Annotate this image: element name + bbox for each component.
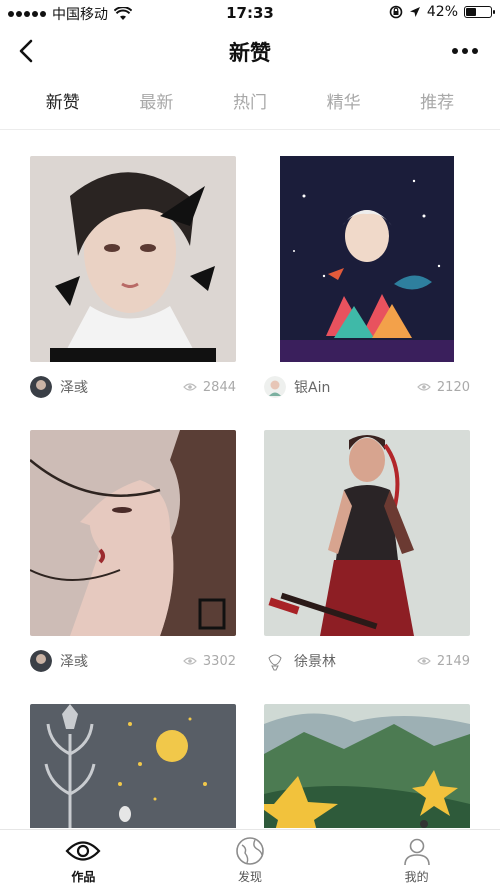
artwork-card[interactable]: 泽彧 3302 (30, 430, 236, 674)
bottom-tab-mine[interactable]: 我的 (333, 830, 500, 889)
portrait-image (30, 156, 236, 362)
eye-icon (417, 657, 431, 665)
location-lock-icon (389, 5, 403, 19)
bottom-tab-bar: 作品 发现 我的 (0, 829, 500, 889)
tab-xinzan[interactable]: 新赞 (46, 78, 80, 124)
status-bar: 中国移动 17:33 42% (0, 0, 500, 26)
artwork-image[interactable] (264, 156, 470, 362)
artwork-image[interactable] (264, 430, 470, 636)
moon-flower-image (30, 704, 236, 828)
author-name[interactable]: 银Ain (294, 377, 330, 397)
ellipsis-icon (452, 48, 458, 54)
tabs-divider (0, 129, 500, 130)
artwork-card[interactable]: 泽彧 2844 (30, 156, 236, 400)
eye-icon (417, 383, 431, 391)
starry-boy-image (264, 156, 470, 362)
view-count-value: 2149 (436, 653, 470, 669)
eye-icon (65, 841, 101, 861)
nav-bar: 新赞 (0, 26, 500, 76)
woman-profile-image (30, 430, 236, 636)
artwork-card[interactable]: 银Ain 2120 (264, 156, 470, 400)
bottom-tab-label: 发现 (238, 870, 263, 884)
card-meta: 泽彧 3302 (30, 648, 236, 674)
artwork-image[interactable] (30, 704, 236, 828)
avatar[interactable] (30, 650, 52, 672)
tab-tuijian[interactable]: 推荐 (420, 78, 454, 124)
battery-fill (466, 8, 477, 16)
avatar[interactable] (264, 650, 286, 672)
view-count-value: 3302 (202, 653, 236, 669)
artwork-image[interactable] (30, 156, 236, 362)
artwork-grid: 泽彧 2844 银Ain 2120 泽彧 3302 徐景林 2149 (30, 156, 470, 828)
bottom-tab-label: 作品 (71, 870, 96, 884)
view-count: 3302 (183, 654, 236, 669)
more-button[interactable] (450, 40, 480, 62)
artwork-card[interactable]: 徐景林 2149 (264, 430, 470, 674)
view-count: 2149 (417, 654, 470, 669)
bottom-tab-discover[interactable]: 发现 (167, 830, 334, 889)
card-meta: 徐景林 2149 (264, 648, 470, 674)
mountain-landscape-image (264, 704, 470, 828)
tab-zuixin[interactable]: 最新 (139, 78, 173, 124)
artwork-card[interactable] (30, 704, 236, 828)
author-name[interactable]: 泽彧 (60, 651, 88, 671)
battery-percent: 42% (426, 4, 458, 20)
avatar[interactable] (264, 376, 286, 398)
artwork-image[interactable] (264, 704, 470, 828)
page-title: 新赞 (229, 41, 271, 65)
category-tabs: 新赞 最新 热门 精华 推荐 (0, 78, 500, 124)
tab-remen[interactable]: 热门 (233, 78, 267, 124)
view-count-value: 2844 (202, 379, 236, 395)
artwork-card[interactable] (264, 704, 470, 828)
author-name[interactable]: 泽彧 (60, 377, 88, 397)
bottom-tab-label: 我的 (404, 870, 429, 884)
view-count: 2844 (183, 380, 236, 395)
eye-icon (183, 383, 197, 391)
user-icon (403, 838, 430, 866)
view-count: 2120 (417, 380, 470, 395)
tab-jinghua[interactable]: 精华 (327, 78, 361, 124)
location-arrow-icon (409, 7, 420, 17)
battery-icon (464, 6, 495, 18)
card-meta: 泽彧 2844 (30, 374, 236, 400)
author-name[interactable]: 徐景林 (294, 651, 336, 671)
status-right: 42% (389, 4, 495, 20)
view-count-value: 2120 (436, 379, 470, 395)
artwork-image[interactable] (30, 430, 236, 636)
avatar[interactable] (30, 376, 52, 398)
globe-icon (236, 837, 264, 865)
bottom-tab-works[interactable]: 作品 (0, 830, 167, 889)
card-meta: 银Ain 2120 (264, 374, 470, 400)
eye-icon (183, 657, 197, 665)
warrior-woman-image (264, 430, 470, 636)
